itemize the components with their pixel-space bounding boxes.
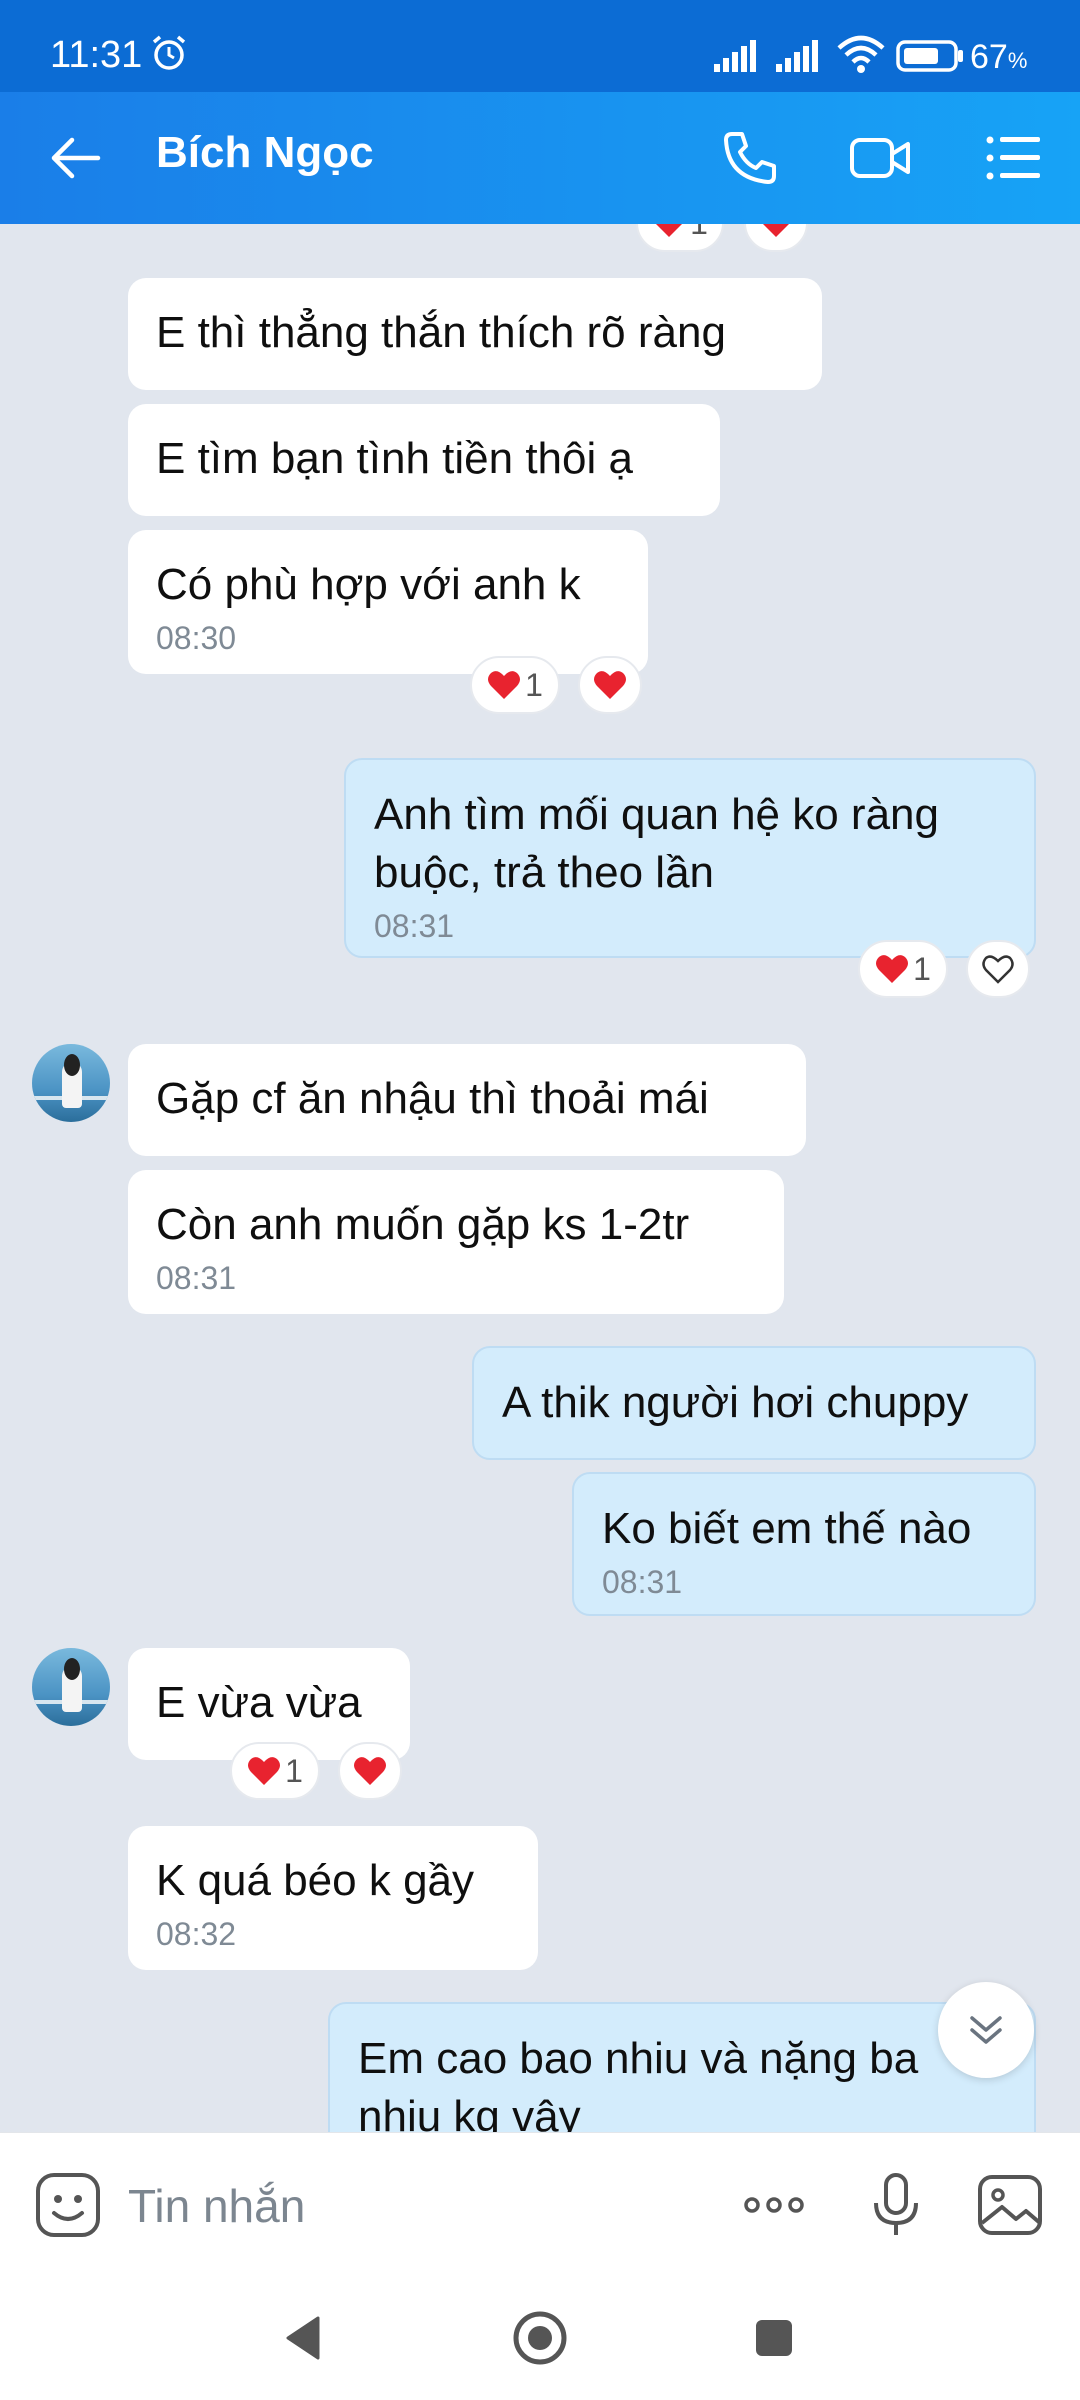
- incoming-message[interactable]: Có phù hợp với anh k 08:30: [128, 530, 648, 674]
- microphone-icon[interactable]: [862, 2171, 930, 2239]
- reaction-count-badge[interactable]: 1: [230, 1742, 320, 1800]
- contact-avatar[interactable]: [32, 1648, 110, 1726]
- nav-home-icon[interactable]: [508, 2306, 572, 2370]
- nav-back-icon[interactable]: [272, 2306, 336, 2370]
- system-nav-bar: [0, 2276, 1080, 2400]
- outgoing-message[interactable]: A thik người hơi chuppy: [472, 1346, 1036, 1460]
- reaction-count-badge[interactable]: 1: [858, 940, 948, 998]
- outgoing-message[interactable]: Ko biết em thế nào 08:31: [572, 1472, 1036, 1616]
- heart-icon: [248, 1757, 281, 1785]
- reaction-count-badge[interactable]: 1: [636, 224, 724, 252]
- contact-name[interactable]: Bích Ngọc: [156, 128, 374, 178]
- menu-list-icon[interactable]: [982, 126, 1046, 190]
- image-gallery-icon[interactable]: [976, 2171, 1044, 2239]
- react-button[interactable]: [966, 940, 1030, 998]
- alarm-icon: [152, 35, 186, 70]
- back-arrow-icon[interactable]: [44, 128, 104, 188]
- contact-avatar[interactable]: [32, 1044, 110, 1122]
- status-time: 11:31: [50, 34, 143, 76]
- react-button[interactable]: [744, 224, 808, 252]
- incoming-message[interactable]: Gặp cf ăn nhậu thì thoải mái: [128, 1044, 806, 1156]
- battery-percent: 67%: [970, 38, 1028, 76]
- react-button[interactable]: [578, 656, 642, 714]
- message-input[interactable]: Tin nhắn: [128, 2179, 305, 2233]
- heart-icon: [656, 224, 683, 237]
- status-bar: 11:31 67%: [0, 0, 1080, 92]
- emoji-sticker-icon[interactable]: [34, 2171, 102, 2239]
- scroll-to-bottom-button[interactable]: [938, 1982, 1034, 2078]
- video-call-icon[interactable]: [848, 126, 912, 190]
- heart-icon: [354, 1757, 386, 1785]
- signal-icon: [714, 40, 756, 72]
- battery-icon: [896, 40, 963, 72]
- chevron-double-down-icon: [970, 2016, 1002, 2044]
- message-list[interactable]: 1 E thì thẳng thắn thích rõ ràng E tìm b…: [0, 224, 1080, 2132]
- heart-icon: [876, 955, 909, 983]
- heart-icon: [763, 224, 789, 237]
- heart-icon: [594, 671, 626, 699]
- phone-call-icon[interactable]: [718, 126, 782, 190]
- wifi-icon: [837, 35, 885, 73]
- heart-outline-icon: [982, 955, 1014, 984]
- chat-header: Bích Ngọc: [0, 92, 1080, 224]
- signal-icon-2: [776, 40, 818, 72]
- incoming-message[interactable]: E thì thẳng thắn thích rõ ràng: [128, 278, 822, 390]
- outgoing-message[interactable]: Em cao bao nhiu và nặng ba nhiu kg vậy: [328, 2002, 1036, 2132]
- incoming-message[interactable]: Còn anh muốn gặp ks 1-2tr 08:31: [128, 1170, 784, 1314]
- incoming-message[interactable]: K quá béo k gầy 08:32: [128, 1826, 538, 1970]
- react-button[interactable]: [338, 1742, 402, 1800]
- reaction-count-badge[interactable]: 1: [470, 656, 560, 714]
- more-options-icon[interactable]: [740, 2171, 808, 2239]
- heart-icon: [488, 671, 521, 699]
- outgoing-message[interactable]: Anh tìm mối quan hệ ko ràng buộc, trả th…: [344, 758, 1036, 958]
- nav-recents-icon[interactable]: [742, 2306, 806, 2370]
- incoming-message[interactable]: E tìm bạn tình tiền thôi ạ: [128, 404, 720, 516]
- message-composer: Tin nhắn: [0, 2132, 1080, 2276]
